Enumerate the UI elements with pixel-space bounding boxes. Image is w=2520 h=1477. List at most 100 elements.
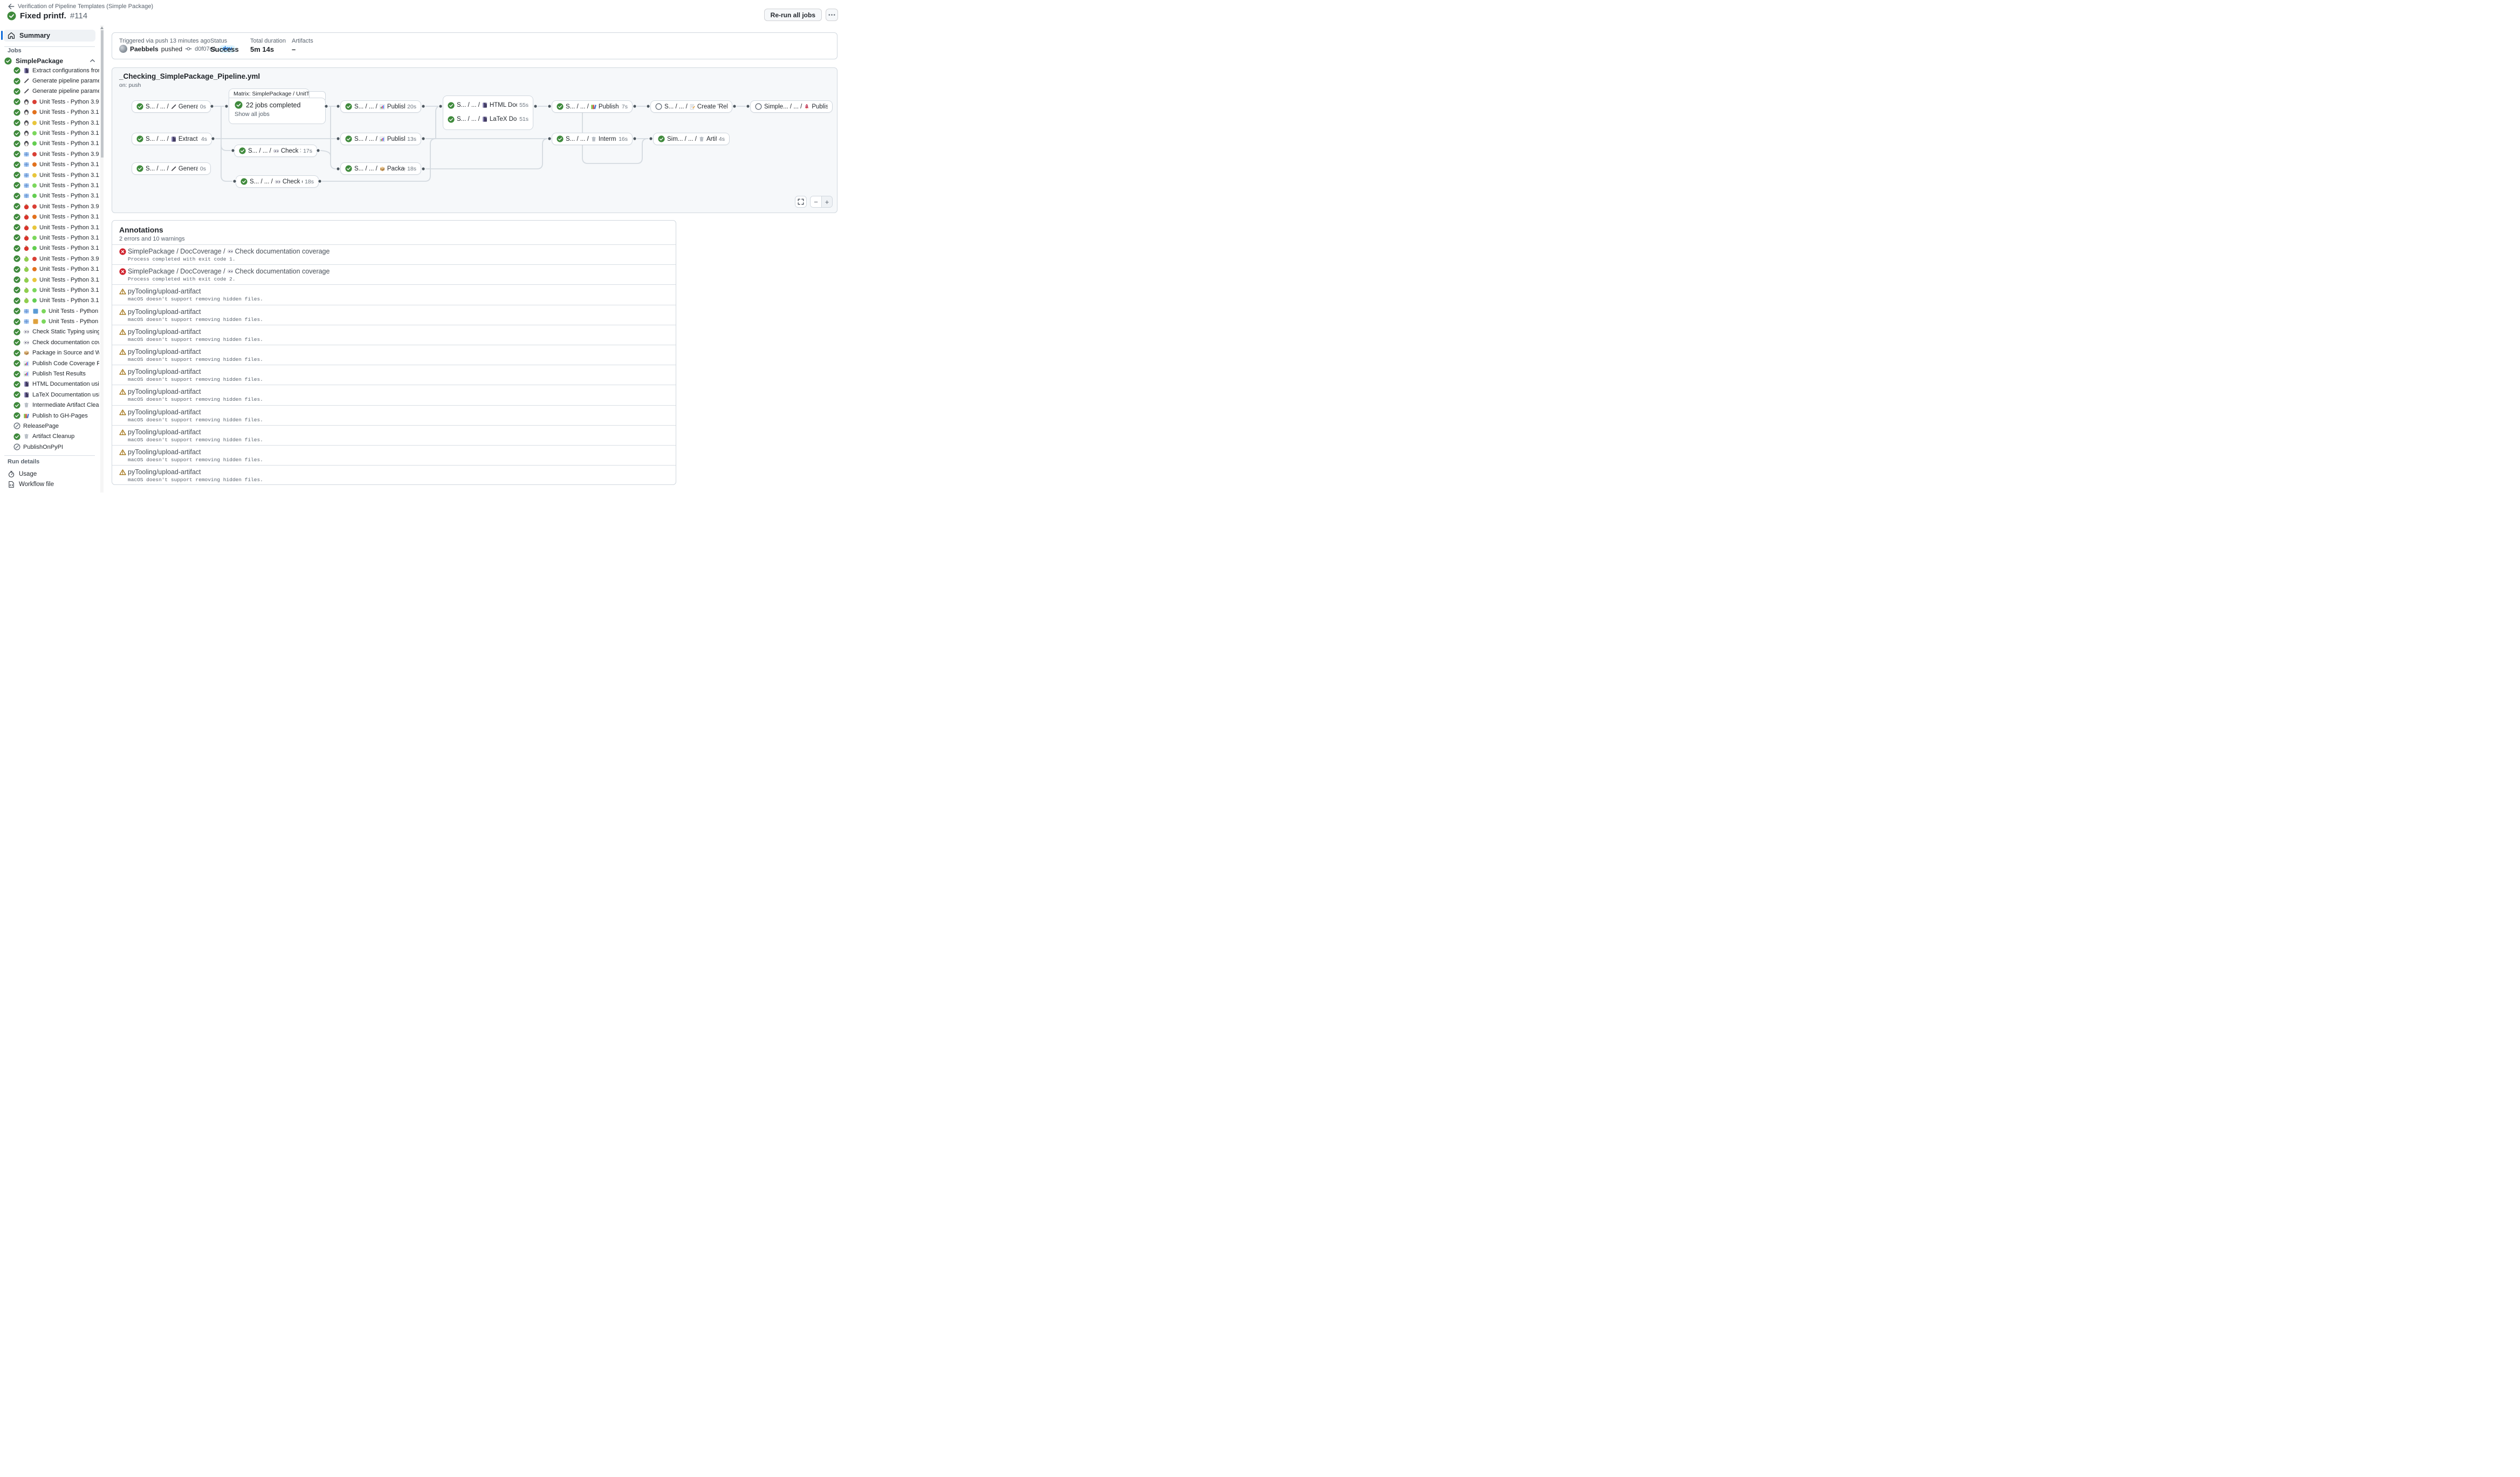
status-skipped-icon [13, 422, 20, 429]
python-version-dot [32, 141, 37, 146]
annotation-title[interactable]: SimplePackage / DocCoverage /Check docum… [128, 268, 329, 275]
sidebar-job-item[interactable]: Unit Tests - Python 3.9 [0, 254, 99, 264]
graph-node-extract[interactable]: S... / ... /Extract configur...4s [132, 133, 212, 145]
annotation-title[interactable]: pyTooling/upload-artifact [128, 468, 201, 476]
docs-group-node[interactable]: S... / ... /HTML Docume...55s S... / ... … [443, 95, 533, 130]
warning-icon [119, 409, 126, 416]
graph-node-release[interactable]: S... / ... /Create 'Release Pa... [650, 100, 732, 113]
graph-node-docs[interactable]: S... / ... /HTML Docume...55s [448, 99, 528, 111]
matrix-tab[interactable]: Matrix: SimplePackage / UnitTest... [229, 88, 310, 98]
annotation-title[interactable]: pyTooling/upload-artifact [128, 428, 201, 436]
sidebar-scrollbar[interactable] [100, 25, 104, 493]
sidebar-job-item[interactable]: Package in Source and Wheel... [0, 348, 99, 358]
zoom-out-button[interactable]: − [811, 196, 821, 207]
sidebar-job-item[interactable]: Unit Tests - Python 3.11 [0, 118, 99, 128]
back-arrow-icon[interactable] [7, 3, 15, 10]
sidebar-job-item[interactable]: Unit Tests - Python 3.10 [0, 107, 99, 118]
sidebar-job-item[interactable]: Publish Code Coverage Results [0, 358, 99, 368]
sidebar-job-item[interactable]: Unit Tests - Python 3.12 [0, 233, 99, 243]
sidebar-job-item[interactable]: Unit Tests - Python 3.12 [0, 285, 99, 295]
graph-node-pkg[interactable]: S... / ... /Package in Sou...18s [340, 162, 421, 175]
graph-node-checkdoc[interactable]: S... / ... /Check docume...18s [236, 175, 319, 188]
sidebar-job-item[interactable]: Generate pipeline parameters [0, 86, 99, 97]
sidebar-job-item[interactable]: Unit Tests - Python 3.12 [0, 128, 99, 138]
sidebar-job-item[interactable]: Unit Tests - Python 3.13 [0, 296, 99, 306]
sidebar-job-item[interactable]: Artifact Cleanup [0, 432, 99, 442]
sidebar-job-item[interactable]: Unit Tests - Python 3.12 [0, 316, 99, 326]
sidebar-job-item[interactable]: Unit Tests - Python 3.9 [0, 97, 99, 107]
sidebar-job-item[interactable]: Unit Tests - Python 3.9 [0, 149, 99, 159]
sidebar-job-item[interactable]: Unit Tests - Python 3.10 [0, 211, 99, 222]
job-label: Unit Tests - Python 3.13 [39, 297, 99, 304]
sidebar-job-item[interactable]: Unit Tests - Python 3.10 [0, 160, 99, 170]
sidebar-job-item[interactable]: Unit Tests - Python 3.13 [0, 139, 99, 149]
matrix-summary: 22 jobs completed [246, 101, 300, 109]
more-options-button[interactable] [826, 9, 838, 21]
sidebar-job-item[interactable]: ReleasePage [0, 421, 99, 431]
graph-node-checkstatic[interactable]: S... / ... /Check Static Ty...17s [234, 145, 317, 157]
sidebar-job-item[interactable]: Unit Tests - Python 3.12 [0, 180, 99, 190]
chevron-up-icon[interactable] [89, 57, 96, 64]
graph-node-pubcode[interactable]: S... / ... /Publish Code C...20s [340, 100, 421, 113]
graph-node-intermediate[interactable]: S... / ... /Intermediate A...16s [552, 133, 633, 145]
annotation-title[interactable]: pyTooling/upload-artifact [128, 388, 201, 395]
sidebar-job-item[interactable]: Unit Tests - Python 3.12 [0, 306, 99, 316]
actor-name[interactable]: Paebbels [130, 45, 159, 53]
annotation-title[interactable]: pyTooling/upload-artifact [128, 368, 201, 375]
sidebar-job-item[interactable]: Unit Tests - Python 3.11 [0, 170, 99, 180]
matrix-group-node[interactable]: 22 jobs completed Show all jobs [229, 98, 326, 124]
sidebar-job-item[interactable]: Unit Tests - Python 3.13 [0, 191, 99, 201]
sidebar-job-item[interactable]: PublishOnPyPI [0, 442, 99, 452]
annotation-title[interactable]: pyTooling/upload-artifact [128, 328, 201, 336]
breadcrumb-label[interactable]: Verification of Pipeline Templates (Simp… [18, 3, 153, 10]
scrollbar-up-arrow[interactable] [100, 26, 104, 29]
status-success-icon [557, 135, 564, 142]
sidebar-job-item[interactable]: HTML Documentation using ... [0, 379, 99, 389]
workflow-trigger: on: push [119, 82, 141, 88]
sidebar-job-item[interactable]: Unit Tests - Python 3.11 [0, 222, 99, 233]
annotation-title[interactable]: pyTooling/upload-artifact [128, 308, 201, 316]
graph-node-pubtest[interactable]: S... / ... /Publish Test Re...13s [340, 133, 421, 145]
sidebar-job-item[interactable]: Check documentation covera... [0, 337, 99, 347]
annotation-title[interactable]: pyTooling/upload-artifact [128, 448, 201, 456]
sidebar-job-item[interactable]: Publish Test Results [0, 368, 99, 379]
rerun-all-jobs-button[interactable]: Re-run all jobs [764, 9, 822, 21]
node-duration: 18s [407, 166, 416, 172]
commit-icon [185, 45, 192, 52]
avatar[interactable] [119, 45, 127, 53]
fullscreen-button[interactable] [795, 196, 807, 208]
node-duration: 18s [305, 179, 314, 185]
sidebar-job-item[interactable]: Generate pipeline parameters [0, 76, 99, 86]
sidebar-job-item[interactable]: Unit Tests - Python 3.9 [0, 201, 99, 211]
node-label: S... / ... /Create 'Release Pa... [664, 104, 727, 110]
sidebar-job-item[interactable]: Check Static Typing using Pyt... [0, 327, 99, 337]
sidebar-job-item[interactable]: Intermediate Artifact Cleanup [0, 400, 99, 411]
graph-node-ghpages[interactable]: S... / ... /Publish to GH-P...7s [552, 100, 633, 113]
show-all-jobs-link[interactable]: Show all jobs [235, 111, 320, 118]
zoom-in-button[interactable]: + [821, 196, 832, 207]
sidebar-job-item[interactable]: LaTeX Documentation using ... [0, 389, 99, 400]
annotation-message: Process completed with exit code 1. [128, 256, 236, 262]
status-success-icon [13, 130, 20, 137]
graph-node-cleanup[interactable]: Sim... / ... /Artifact Cleanup4s [653, 133, 730, 145]
scrollbar-thumb[interactable] [101, 30, 104, 158]
annotation-title[interactable]: pyTooling/upload-artifact [128, 288, 201, 295]
sidebar-job-item[interactable]: Publish to GH-Pages [0, 411, 99, 421]
graph-node-gen1[interactable]: S... / ... /Generate pipelin...0s [132, 100, 211, 113]
sidebar-job-item[interactable]: Unit Tests - Python 3.11 [0, 275, 99, 285]
sidebar-item-usage[interactable]: Usage [0, 469, 99, 479]
sidebar-item-workflow-file[interactable]: Workflow file [0, 479, 99, 489]
breadcrumb[interactable]: Verification of Pipeline Templates (Simp… [7, 3, 153, 10]
graph-node-gen2[interactable]: S... / ... /Generate pipelin...0s [132, 162, 211, 175]
sidebar-item-summary[interactable]: Summary [3, 30, 95, 42]
sidebar-job-item[interactable]: Extract configurations from p... [0, 65, 99, 76]
graph-node-docs[interactable]: S... / ... /LaTeX Docume...51s [448, 113, 528, 125]
annotation-title[interactable]: pyTooling/upload-artifact [128, 408, 201, 416]
graph-node-pypi[interactable]: Simple... / ... /Publish to PyPI [750, 100, 833, 113]
sidebar-job-item[interactable]: Unit Tests - Python 3.13 [0, 243, 99, 254]
warning-icon [119, 469, 126, 476]
annotation-title[interactable]: pyTooling/upload-artifact [128, 348, 201, 355]
sidebar-group-simplepackage[interactable]: SimplePackage [4, 56, 96, 65]
annotation-title[interactable]: SimplePackage / DocCoverage /Check docum… [128, 248, 329, 255]
sidebar-job-item[interactable]: Unit Tests - Python 3.10 [0, 264, 99, 274]
